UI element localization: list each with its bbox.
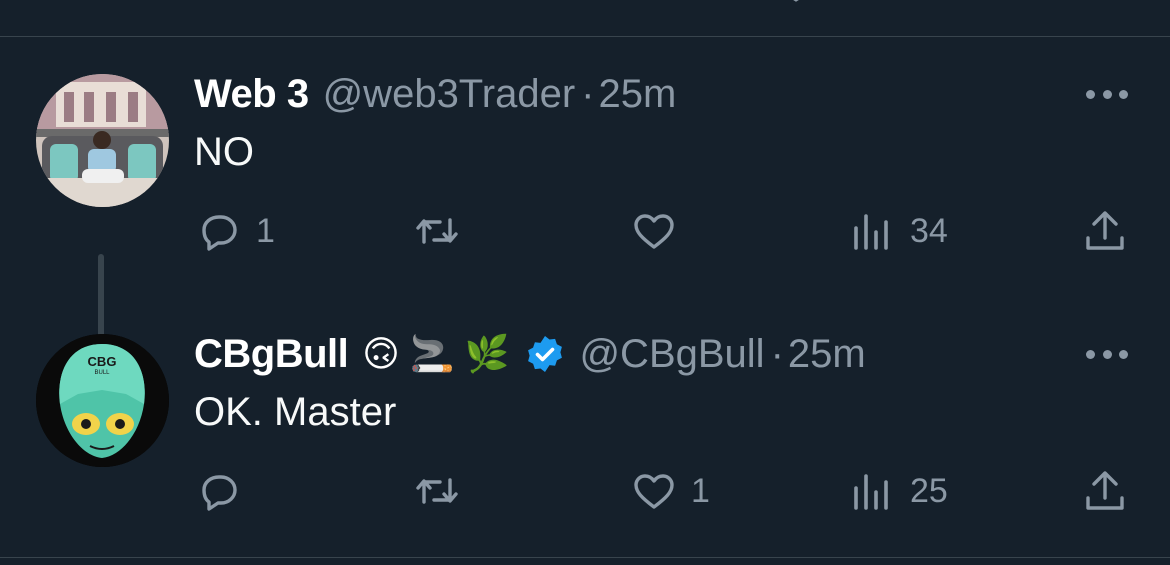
action-bar: 1 25 — [0, 468, 1170, 518]
separator: · — [770, 331, 784, 376]
retweet-button[interactable] — [414, 208, 474, 254]
heart-icon — [634, 474, 674, 509]
share-icon — [1086, 211, 1124, 250]
tweet-header: CBgBull 🙃 🚬 🌿 @CBgBull · 25m — [194, 331, 866, 377]
views-count: 25 — [910, 471, 948, 510]
partial-icon — [793, 0, 799, 2]
verified-badge-icon[interactable] — [525, 334, 565, 374]
views-button[interactable]: 25 — [850, 468, 948, 514]
separator: · — [581, 71, 595, 116]
share-button[interactable] — [1082, 208, 1128, 254]
reply-count: 1 — [256, 211, 275, 250]
tweet-header: Web 3 @web3Trader · 25m — [194, 71, 676, 117]
avatar-logo-text: CBG — [88, 354, 117, 369]
action-bar: 1 34 — [0, 208, 1170, 258]
display-name[interactable]: CBgBull — [194, 332, 349, 377]
reply-icon — [202, 215, 237, 251]
display-name[interactable]: Web 3 — [194, 72, 309, 117]
retweet-icon — [416, 218, 458, 244]
tweet-web3[interactable]: Web 3 @web3Trader · 25m NO 1 34 — [0, 36, 1170, 358]
heart-icon — [634, 214, 674, 249]
avatar[interactable] — [36, 74, 169, 207]
views-icon — [854, 474, 888, 510]
share-button[interactable] — [1082, 468, 1128, 514]
more-options-icon[interactable] — [1086, 87, 1128, 101]
handle[interactable]: @web3Trader — [323, 72, 576, 117]
avatar[interactable]: CBG BULL — [36, 334, 169, 467]
handle[interactable]: @CBgBull — [579, 332, 764, 377]
tweet-text: OK. Master — [194, 390, 397, 434]
tweet-cbgbull[interactable]: CBG BULL CBgBull 🙃 🚬 🌿 @CBgBull · 25m OK… — [0, 296, 1170, 556]
like-button[interactable] — [631, 208, 691, 254]
timestamp[interactable]: 25m — [598, 72, 676, 117]
herb-emoji: 🌿 — [464, 333, 510, 374]
timestamp[interactable]: 25m — [788, 332, 866, 377]
bottom-divider — [0, 557, 1170, 558]
upside-down-face-emoji: 🙃 — [362, 333, 400, 374]
retweet-icon — [416, 478, 458, 504]
like-button[interactable]: 1 — [631, 468, 710, 514]
retweet-button[interactable] — [414, 468, 474, 514]
more-options-icon[interactable] — [1086, 347, 1128, 361]
reply-button[interactable]: 1 — [196, 208, 275, 254]
reply-button[interactable] — [196, 468, 256, 514]
cigarette-emoji: 🚬 — [409, 333, 455, 374]
like-count: 1 — [691, 471, 710, 510]
reply-icon — [202, 475, 237, 511]
avatar-logo-subtext: BULL — [94, 370, 110, 376]
views-count: 34 — [910, 211, 948, 250]
share-icon — [1086, 471, 1124, 510]
tweet-text: NO — [194, 130, 254, 174]
views-icon — [854, 214, 888, 250]
views-button[interactable]: 34 — [850, 208, 948, 254]
